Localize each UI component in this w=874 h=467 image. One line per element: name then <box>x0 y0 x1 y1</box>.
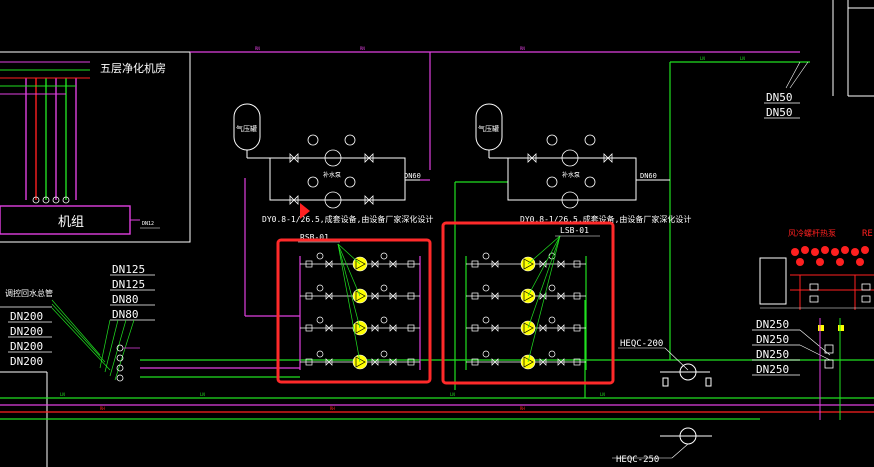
gauge-icon <box>316 284 324 292</box>
pump-left-label: 补水泵 <box>323 171 341 179</box>
gauge-icon <box>316 252 324 260</box>
svg-text:LN: LN <box>200 392 205 397</box>
cad-drawing-canvas: 五层净化机房 机组 DN12 RN RN RN LN LN LN LN LN L… <box>0 0 874 467</box>
svg-text:DN50: DN50 <box>766 106 793 119</box>
gauge-icon <box>307 176 319 188</box>
pump-group-lsb <box>465 235 587 370</box>
gauge-icon <box>380 350 388 358</box>
svg-text:LN: LN <box>60 392 65 397</box>
gauge-icon <box>482 252 490 260</box>
lsb-label: LSB-01 <box>560 226 589 235</box>
gauge-icon <box>548 350 556 358</box>
gauge-icon <box>482 316 490 324</box>
gauge-icon <box>548 316 556 324</box>
svg-text:DN80: DN80 <box>112 308 139 321</box>
gauge-icon <box>380 284 388 292</box>
svg-text:RN: RN <box>360 46 365 51</box>
top-right-dn: DN50 DN50 <box>764 61 809 119</box>
pump-right-label: 补水泵 <box>562 171 580 179</box>
right-make-up-station: 气压罐 补水泵 DN60 DY0.8-1/26.5,成套设备,由设备厂家深化设计 <box>475 103 691 224</box>
svg-text:DN80: DN80 <box>112 293 139 306</box>
dn-block-big: 调控回水总管 DN200 DN200 DN200 DN200 <box>0 288 111 371</box>
svg-text:DN250: DN250 <box>756 318 789 331</box>
svg-text:DN250: DN250 <box>756 348 789 361</box>
heat-pump-label: 风冷螺杆热泵 <box>788 228 836 238</box>
svg-text:DN200: DN200 <box>10 310 43 323</box>
gauge-icon <box>482 284 490 292</box>
svg-text:DN250: DN250 <box>756 363 789 376</box>
room-box: 五层净化机房 机组 DN12 <box>0 61 166 235</box>
svg-text:RH: RH <box>100 406 105 411</box>
svg-text:DN200: DN200 <box>10 355 43 368</box>
svg-text:DN200: DN200 <box>10 340 43 353</box>
svg-text:DN200: DN200 <box>10 325 43 338</box>
heqc200-label: HEQC-200 <box>620 339 663 349</box>
gauge-icon <box>307 134 319 146</box>
room-title: 五层净化机房 <box>100 61 166 75</box>
svg-text:DN250: DN250 <box>756 333 789 346</box>
gauge-icon <box>380 252 388 260</box>
heqc200-meter: HEQC-200 <box>618 339 712 387</box>
gauge-icon <box>482 350 490 358</box>
dn-block-small: DN125 DN125 DN80 DN80 <box>99 263 155 381</box>
svg-text:LN: LN <box>600 392 605 397</box>
unit-tag: DN12 <box>142 221 154 227</box>
leader-line <box>337 243 361 329</box>
svg-text:LN: LN <box>450 392 455 397</box>
gauge-icon <box>344 134 356 146</box>
gauge-icon <box>316 350 324 358</box>
gauge-icon <box>584 134 596 146</box>
dn60-left: DN60 <box>404 172 421 180</box>
heat-pump-cut: RE <box>862 229 873 239</box>
left-make-up-station: 气压罐 补水泵 DN60 DY0.8-1/26.5,成套设备,由设备厂家深化设计 <box>233 103 433 224</box>
dn60-right: DN60 <box>640 172 657 180</box>
gauge-icon <box>546 176 558 188</box>
gauge-icon <box>548 284 556 292</box>
gauge-icon <box>316 316 324 324</box>
unit-label: 机组 <box>58 215 84 230</box>
heqc250-label: HEQC-250 <box>616 455 659 465</box>
gauge-icon <box>380 316 388 324</box>
svg-text:RN: RN <box>255 46 260 51</box>
svg-text:RN: RN <box>520 46 525 51</box>
pump-group-rsb <box>299 243 421 370</box>
note-left: DY0.8-1/26.5,成套设备,由设备厂家深化设计 <box>262 214 433 224</box>
svg-text:DN50: DN50 <box>766 91 793 104</box>
gauge-icon <box>584 176 596 188</box>
svg-text:调控回水总管: 调控回水总管 <box>5 288 53 298</box>
gauge-icon <box>344 176 356 188</box>
gauge-icon <box>546 134 558 146</box>
svg-text:RH: RH <box>520 406 525 411</box>
svg-text:LN: LN <box>740 56 745 61</box>
tank-right-label: 气压罐 <box>478 124 499 133</box>
tank-left-label: 气压罐 <box>236 124 257 133</box>
heqc250-meter: HEQC-250 <box>612 427 712 465</box>
svg-text:DN125: DN125 <box>112 278 145 291</box>
pipe-tags: RN RN RN LN LN LN LN LN LN RH RH RH <box>60 46 745 411</box>
svg-text:RH: RH <box>330 406 335 411</box>
svg-text:LN: LN <box>700 56 705 61</box>
main-pipes <box>0 51 874 420</box>
heat-pump-cluster: 风冷螺杆热泵 RE <box>759 228 874 310</box>
svg-text:DN125: DN125 <box>112 263 145 276</box>
